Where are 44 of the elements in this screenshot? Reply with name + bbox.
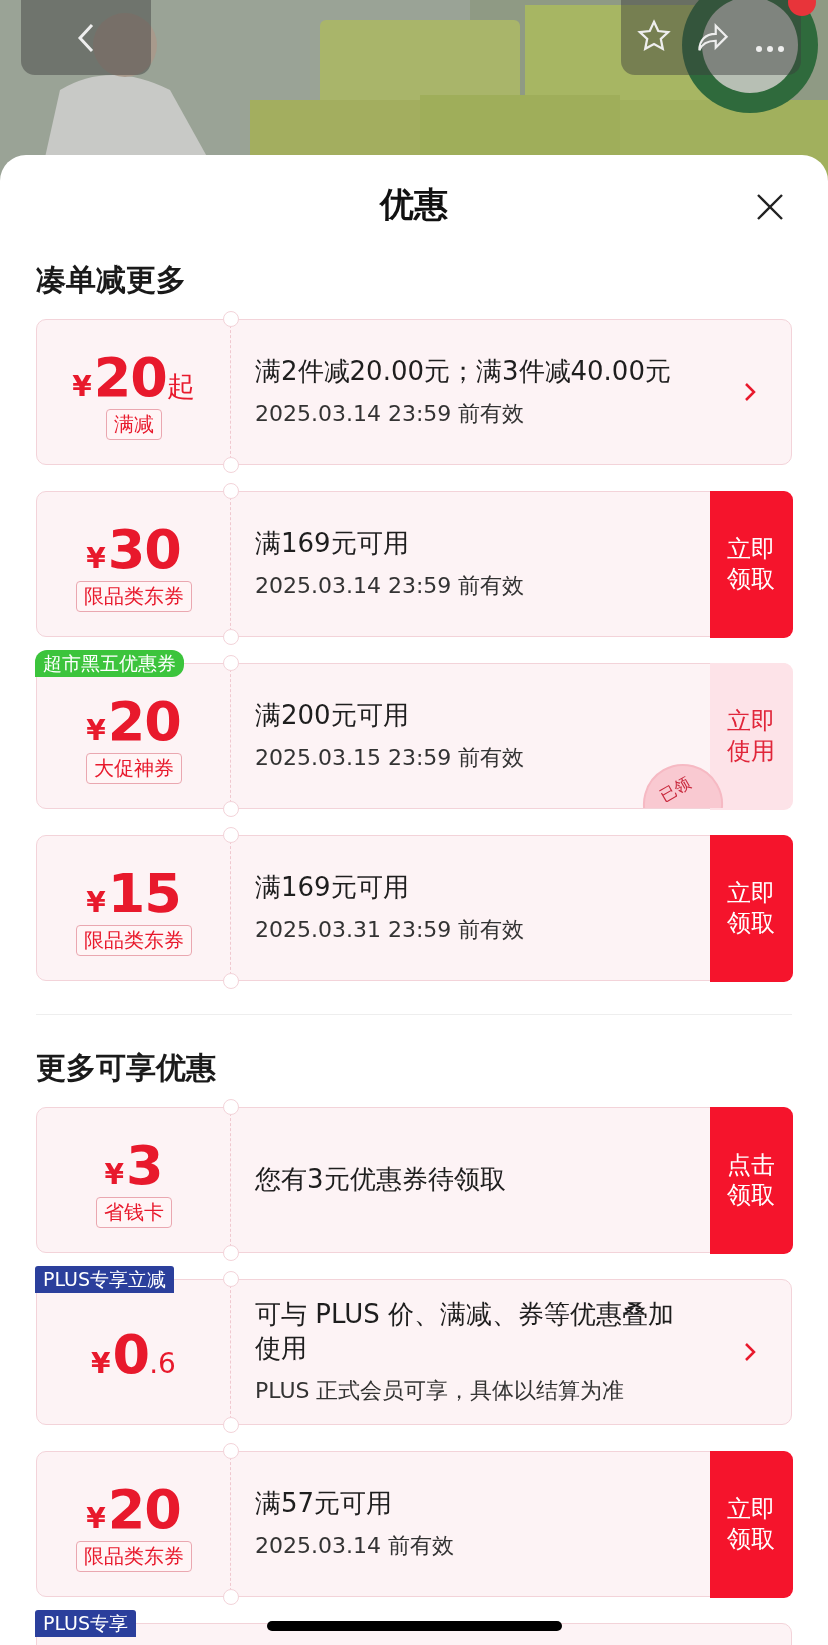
coupon-condition: 可与 PLUS 价、满减、券等优惠叠加使用	[255, 1298, 675, 1365]
coupon-validity: PLUS 正式会员可享，具体以结算为准	[255, 1376, 626, 1405]
chevron-right-icon[interactable]	[742, 1341, 757, 1363]
coupon-validity: 2025.03.15 23:59 前有效	[255, 743, 526, 772]
coupon-amount: ¥20起	[72, 350, 195, 405]
sheet-title: 优惠	[380, 183, 448, 226]
coupon-amount: ¥20	[86, 1482, 181, 1537]
chevron-right-icon[interactable]	[742, 381, 757, 403]
claim-button[interactable]: 点击领取	[709, 1106, 793, 1254]
coupon-amount: ¥3	[104, 1138, 163, 1193]
coupon-condition: 满200元可用	[255, 699, 410, 733]
back-icon	[77, 23, 95, 53]
claim-button[interactable]: 立即领取	[709, 834, 793, 982]
section-title: 凑单减更多	[36, 260, 187, 299]
star-icon[interactable]	[637, 19, 672, 53]
use-button[interactable]: 立即使用	[709, 662, 793, 810]
coupon-validity: 2025.03.14 23:59 前有效	[255, 399, 526, 428]
coupon-type-tag: 大促神券	[85, 752, 182, 784]
section-title: 更多可享优惠	[36, 1048, 217, 1087]
coupon-condition: 满169元可用	[255, 527, 410, 561]
coupon-amount: ¥20	[86, 694, 181, 749]
coupon-condition: 满169元可用	[255, 871, 410, 905]
coupon-type-tag: 限品类东券	[75, 1540, 192, 1572]
coupon-validity: 2025.03.14 23:59 前有效	[255, 571, 526, 600]
coupon-amount: ¥0.6	[91, 1328, 176, 1382]
coupon-validity: 2025.03.14 前有效	[255, 1531, 455, 1560]
coupon-type-tag: 限品类东券	[75, 924, 192, 956]
coupon-condition: 满57元可用	[255, 1487, 394, 1521]
promo-badge: PLUS专享	[35, 1610, 137, 1637]
coupon-type-tag: 限品类东券	[75, 580, 192, 612]
coupon-type-tag: 满减	[105, 408, 162, 440]
coupon-amount: ¥30	[86, 522, 181, 577]
coupon-amount: ¥15	[86, 866, 181, 921]
claim-button[interactable]: 立即领取	[709, 1450, 793, 1598]
coupon-validity: 2025.03.31 23:59 前有效	[255, 915, 526, 944]
coupon-type-tag: 省钱卡	[95, 1196, 172, 1228]
promo-badge: 超市黑五优惠券	[35, 650, 184, 677]
promo-badge: PLUS专享立减	[35, 1266, 175, 1293]
coupon-condition: 满2件减20.00元；满3件减40.00元	[255, 355, 672, 389]
coupon-condition: 您有3元优惠券待领取	[255, 1163, 507, 1197]
more-icon[interactable]	[754, 45, 785, 53]
share-icon[interactable]	[696, 23, 730, 53]
close-icon	[756, 193, 784, 221]
claim-button[interactable]: 立即领取	[709, 490, 793, 638]
